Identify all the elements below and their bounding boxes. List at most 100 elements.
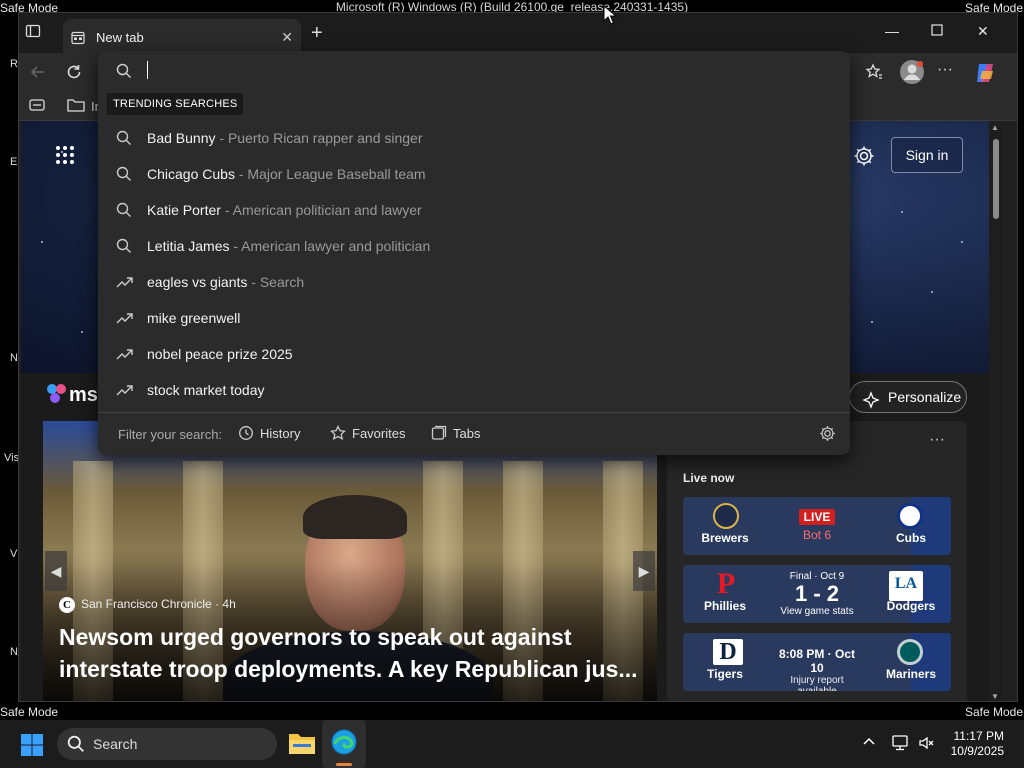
- game-card[interactable]: Brewers LIVE Bot 6 Cubs: [683, 497, 951, 555]
- address-bar-suggestions-dropdown: TRENDING SEARCHES Bad Bunny - Puerto Ric…: [98, 51, 850, 455]
- desktop-icon-fragment[interactable]: E: [10, 156, 17, 168]
- trending-icon: [116, 310, 134, 331]
- clock-time: 11:17 PM: [953, 729, 1004, 743]
- windows-start-icon[interactable]: [20, 733, 44, 762]
- folder-icon[interactable]: [67, 98, 85, 117]
- search-icon: [67, 735, 85, 758]
- search-icon: [116, 238, 132, 259]
- panel-more-options-icon[interactable]: ···: [929, 431, 945, 449]
- suggestion-text: Bad Bunny: [147, 130, 216, 146]
- desktop-icon-fragment[interactable]: V: [10, 548, 17, 560]
- personalize-button[interactable]: Personalize: [849, 381, 967, 413]
- suggestion-text: Katie Porter: [147, 202, 221, 218]
- favbar-app-icon[interactable]: [29, 98, 45, 117]
- scroll-down-icon[interactable]: ▼: [991, 692, 999, 701]
- injury-report-link[interactable]: Injury report available: [771, 675, 863, 691]
- search-icon: [116, 202, 132, 223]
- desktop-icon-fragment[interactable]: N: [10, 352, 18, 364]
- tab-actions-menu-icon[interactable]: [25, 23, 53, 45]
- scrollbar-thumb[interactable]: [993, 139, 999, 219]
- refresh-icon[interactable]: [65, 63, 83, 86]
- filter-favorites-button[interactable]: Favorites: [329, 424, 405, 441]
- msn-logo[interactable]: ms: [45, 381, 98, 407]
- game-left-team: Phillies: [703, 599, 747, 613]
- edge-browser-icon: [331, 729, 357, 760]
- cubs-logo-icon: [897, 503, 923, 529]
- suggestion-text: eagles vs giants: [147, 274, 248, 290]
- more-options-icon[interactable]: ···: [937, 61, 953, 79]
- filter-tabs-button[interactable]: Tabs: [431, 425, 480, 441]
- close-window-icon[interactable]: ✕: [977, 23, 989, 40]
- search-icon: [116, 63, 132, 84]
- volume-muted-icon[interactable]: [918, 734, 936, 757]
- system-clock[interactable]: 11:17 PM 10/9/2025: [951, 729, 1004, 759]
- taskbar-search-box[interactable]: Search: [57, 728, 277, 760]
- page-settings-gear-icon[interactable]: [853, 145, 875, 172]
- suggestion-item[interactable]: stock market today: [98, 372, 850, 408]
- suggestion-item[interactable]: Katie Porter - American politician and l…: [98, 192, 850, 228]
- search-settings-gear-icon[interactable]: [819, 425, 836, 447]
- game-card[interactable]: D Tigers 8:08 PM · Oct 10 Injury report …: [683, 633, 951, 691]
- active-app-indicator: [336, 763, 352, 766]
- filter-bar: Filter your search: History Favorites Ta…: [98, 413, 850, 455]
- back-icon[interactable]: [29, 63, 47, 86]
- suggestion-description: - Major League Baseball team: [234, 166, 426, 182]
- tab-title: New tab: [96, 30, 144, 45]
- clock-date: 10/9/2025: [950, 744, 1004, 758]
- sports-panel: ··· Live now Brewers LIVE Bot 6 Cubs P P…: [667, 421, 967, 701]
- msn-logo-text: ms: [69, 384, 98, 406]
- suggestion-item[interactable]: nobel peace prize 2025: [98, 336, 850, 372]
- star-icon: [329, 424, 347, 441]
- suggestion-item[interactable]: Letitia James - American lawyer and poli…: [98, 228, 850, 264]
- maximize-icon[interactable]: [931, 23, 943, 39]
- sign-in-button[interactable]: Sign in: [891, 137, 963, 173]
- edge-taskbar-button[interactable]: [322, 720, 366, 768]
- tigers-logo-icon: D: [713, 639, 743, 665]
- carousel-prev-icon[interactable]: ◀: [45, 551, 67, 591]
- live-now-heading: Live now: [683, 471, 735, 485]
- story-headline[interactable]: Newsom urged governors to speak out agai…: [59, 621, 649, 685]
- address-bar-input[interactable]: [98, 51, 850, 89]
- game-card[interactable]: P Phillies Final · Oct 9 1 - 2 View game…: [683, 565, 951, 623]
- game-left-team: Tigers: [707, 667, 743, 681]
- dodgers-logo-icon: LA: [889, 571, 923, 601]
- story-source[interactable]: C San Francisco Chronicle · 4h: [59, 597, 236, 613]
- scroll-up-icon[interactable]: ▲: [991, 123, 999, 132]
- suggestion-text: nobel peace prize 2025: [147, 346, 293, 362]
- suggestion-item[interactable]: Chicago Cubs - Major League Baseball tea…: [98, 156, 850, 192]
- msn-butterfly-icon: [47, 384, 66, 403]
- new-tab-icon: [71, 31, 85, 50]
- tab-new-tab[interactable]: New tab ✕: [63, 19, 301, 53]
- new-tab-button[interactable]: +: [311, 22, 323, 45]
- game-stats-link[interactable]: View game stats: [771, 606, 863, 617]
- suggestion-text: stock market today: [147, 382, 265, 398]
- apps-grid-icon[interactable]: [55, 145, 75, 170]
- feature-story-card[interactable]: ◀ ▶ C San Francisco Chronicle · 4h Newsom…: [43, 421, 657, 701]
- carousel-next-icon[interactable]: ▶: [633, 551, 655, 591]
- suggestion-text: mike greenwell: [147, 310, 241, 326]
- network-icon[interactable]: [892, 734, 910, 757]
- close-tab-icon[interactable]: ✕: [281, 29, 293, 46]
- page-scrollbar[interactable]: ▲ ▼: [989, 121, 1003, 701]
- suggestion-item[interactable]: mike greenwell: [98, 300, 850, 336]
- file-explorer-icon[interactable]: [288, 730, 316, 761]
- filter-history-button[interactable]: History: [238, 425, 300, 441]
- history-icon: [239, 426, 253, 440]
- mouse-pointer-icon: [603, 4, 618, 30]
- profile-avatar-icon[interactable]: [899, 59, 925, 90]
- phillies-logo-icon: P: [716, 567, 736, 600]
- show-hidden-icons-chevron-icon[interactable]: [862, 734, 876, 753]
- favorites-star-icon[interactable]: [865, 63, 883, 86]
- desktop-icon-fragment[interactable]: Vis: [4, 452, 19, 464]
- suggestion-item[interactable]: eagles vs giants - Search: [98, 264, 850, 300]
- game-inning: Bot 6: [802, 528, 832, 542]
- filter-label: Filter your search:: [118, 427, 223, 442]
- game-right-team: Cubs: [896, 531, 926, 545]
- tabs-icon: [431, 425, 447, 440]
- copilot-icon[interactable]: [973, 61, 997, 90]
- suggestion-item[interactable]: Bad Bunny - Puerto Rican rapper and sing…: [98, 120, 850, 156]
- minimize-icon[interactable]: —: [885, 23, 899, 39]
- game-right-team: Mariners: [885, 667, 937, 681]
- desktop-icon-fragment[interactable]: N: [10, 646, 18, 658]
- tab-strip: New tab ✕ + — ✕: [19, 13, 1017, 53]
